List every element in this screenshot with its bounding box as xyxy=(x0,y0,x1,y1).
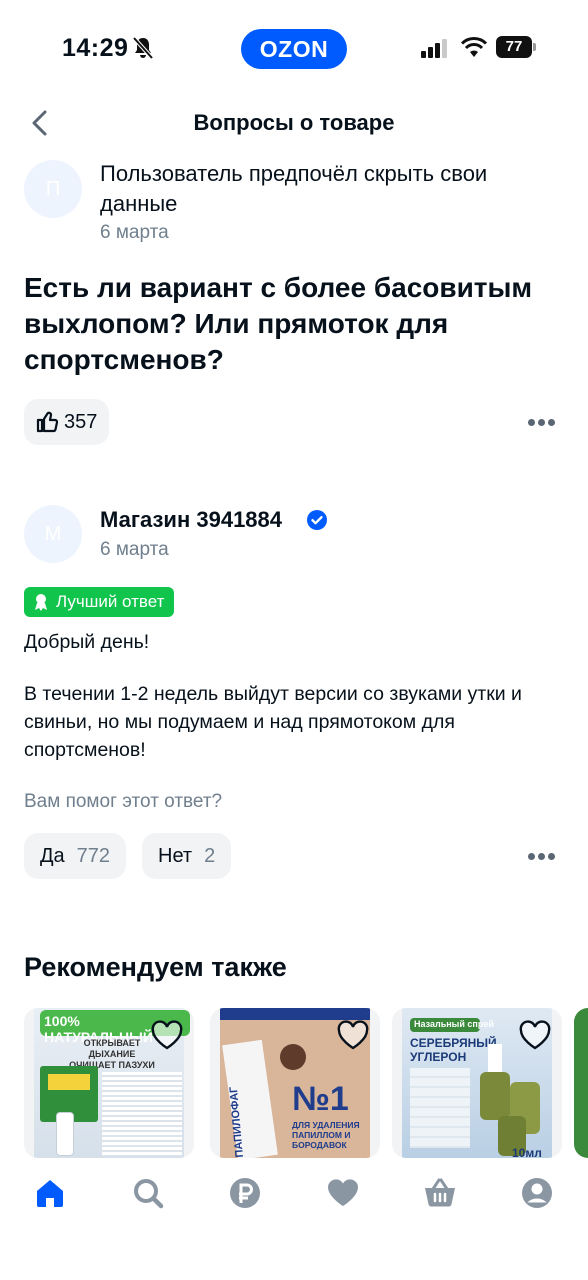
page-title: Вопросы о товаре xyxy=(193,110,395,135)
product-volume: 10мл xyxy=(512,1146,542,1158)
product-subtitle: ДЛЯ УДАЛЕНИЯ ПАПИЛЛОМ И БОРОДАВОК xyxy=(292,1120,360,1150)
like-count: 357 xyxy=(64,411,98,433)
home-indicator xyxy=(224,1262,364,1267)
answer-author-name[interactable]: Магазин 3941884 xyxy=(100,505,282,535)
product-headline: №1 xyxy=(292,1080,349,1118)
favorite-heart-icon[interactable] xyxy=(336,1020,370,1050)
yes-count: 772 xyxy=(76,845,111,867)
thumbs-up-icon xyxy=(36,411,59,433)
signal-icon xyxy=(421,39,447,58)
verified-icon xyxy=(307,510,327,530)
cart-icon[interactable] xyxy=(423,1176,457,1210)
answer-greeting: Добрый день! xyxy=(24,631,150,653)
status-bar: 14:29 OZON 77 xyxy=(0,0,588,96)
battery-level: 77 xyxy=(496,36,532,58)
medal-icon xyxy=(35,594,47,611)
battery-indicator: 77 xyxy=(496,36,536,58)
answer-author-avatar: М xyxy=(24,505,82,563)
ozon-logo: OZON xyxy=(241,29,347,69)
answer-more-icon[interactable] xyxy=(528,853,556,861)
product-card[interactable]: Назальный спрей СЕРЕБРЯНЫЙ УГЛЕРОН 10мл xyxy=(392,1008,562,1158)
no-count: 2 xyxy=(204,845,216,867)
question-date: 6 марта xyxy=(100,222,169,243)
best-answer-label: Лучший ответ xyxy=(56,592,165,611)
helpful-question: Вам помог этот ответ? xyxy=(24,791,223,812)
product-tag: Назальный спрей xyxy=(414,1019,494,1029)
nav-header: Вопросы о товаре xyxy=(0,96,588,152)
product-card[interactable]: 100% НАТУРАЛЬНЫЙ ОТКРЫВАЕТ ДЫХАНИЕ ОЧИЩА… xyxy=(24,1008,194,1158)
answer-body: В течении 1-2 недель выйдут версии со зв… xyxy=(24,683,522,761)
search-icon[interactable] xyxy=(131,1176,165,1210)
like-button[interactable]: 357 xyxy=(24,399,110,445)
product-headline: СЕРЕБРЯНЫЙ УГЛЕРОН xyxy=(410,1036,497,1064)
product-card[interactable] xyxy=(574,1008,588,1158)
favorite-heart-icon[interactable] xyxy=(150,1020,184,1050)
question-more-icon[interactable] xyxy=(528,419,556,427)
status-time: 14:29 xyxy=(62,34,129,62)
no-label: Нет xyxy=(158,845,193,867)
yes-label: Да xyxy=(40,845,65,867)
favorite-heart-icon[interactable] xyxy=(518,1020,552,1050)
question-author-name: Пользователь предпочёл скрыть свои данны… xyxy=(100,161,488,216)
heart-icon[interactable] xyxy=(326,1176,360,1210)
home-icon[interactable] xyxy=(33,1176,67,1210)
question-text: Есть ли вариант с более басовитым выхлоп… xyxy=(24,272,533,375)
product-card[interactable]: ПАПИЛОФАГ №1 ДЛЯ УДАЛЕНИЯ ПАПИЛЛОМ И БОР… xyxy=(210,1008,380,1158)
helpful-no-button[interactable]: Нет 2 xyxy=(142,833,232,879)
bell-muted-icon xyxy=(132,36,154,60)
question-author-avatar: П xyxy=(24,160,82,218)
ruble-icon[interactable] xyxy=(228,1176,262,1210)
helpful-yes-button[interactable]: Да 772 xyxy=(24,833,127,879)
best-answer-badge: Лучший ответ xyxy=(24,587,175,617)
answer-date: 6 марта xyxy=(100,539,169,560)
recommended-title: Рекомендуем также xyxy=(24,952,287,982)
wifi-icon xyxy=(460,37,488,57)
profile-icon[interactable] xyxy=(520,1176,554,1210)
